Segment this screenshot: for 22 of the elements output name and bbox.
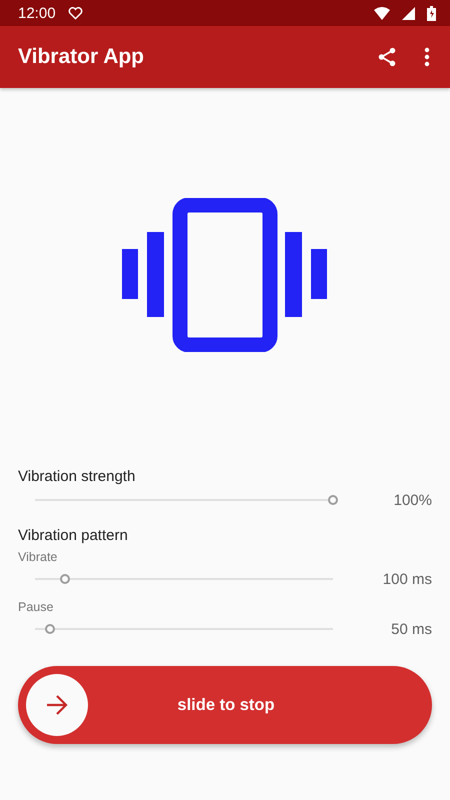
share-icon	[376, 46, 398, 68]
signal-icon	[402, 6, 415, 20]
slider-thumb[interactable]	[60, 574, 70, 584]
section-label: Vibration pattern	[18, 527, 129, 544]
slide-handle[interactable]	[26, 674, 88, 736]
slider-label: Vibrate	[18, 550, 58, 564]
slider-label: Pause	[18, 600, 54, 614]
app-title: Vibrator App	[18, 45, 146, 69]
section-label: Vibration strength	[18, 468, 136, 485]
slider-thumb[interactable]	[44, 624, 55, 634]
slide-to-stop-control[interactable]: slide to stop	[18, 666, 432, 744]
battery-icon	[427, 6, 436, 20]
status-time: 12:00	[18, 4, 56, 22]
arrow-right-icon	[46, 695, 68, 715]
more-vertical-icon	[424, 47, 430, 67]
slide-label: slide to stop	[176, 696, 276, 714]
slider-thumb[interactable]	[328, 495, 338, 505]
slider-value: 100%	[394, 492, 432, 508]
heart-icon	[68, 6, 83, 20]
slider-value: 100 ms	[382, 570, 432, 588]
slider-value: 50 ms	[391, 620, 432, 638]
wifi-icon	[374, 6, 390, 20]
